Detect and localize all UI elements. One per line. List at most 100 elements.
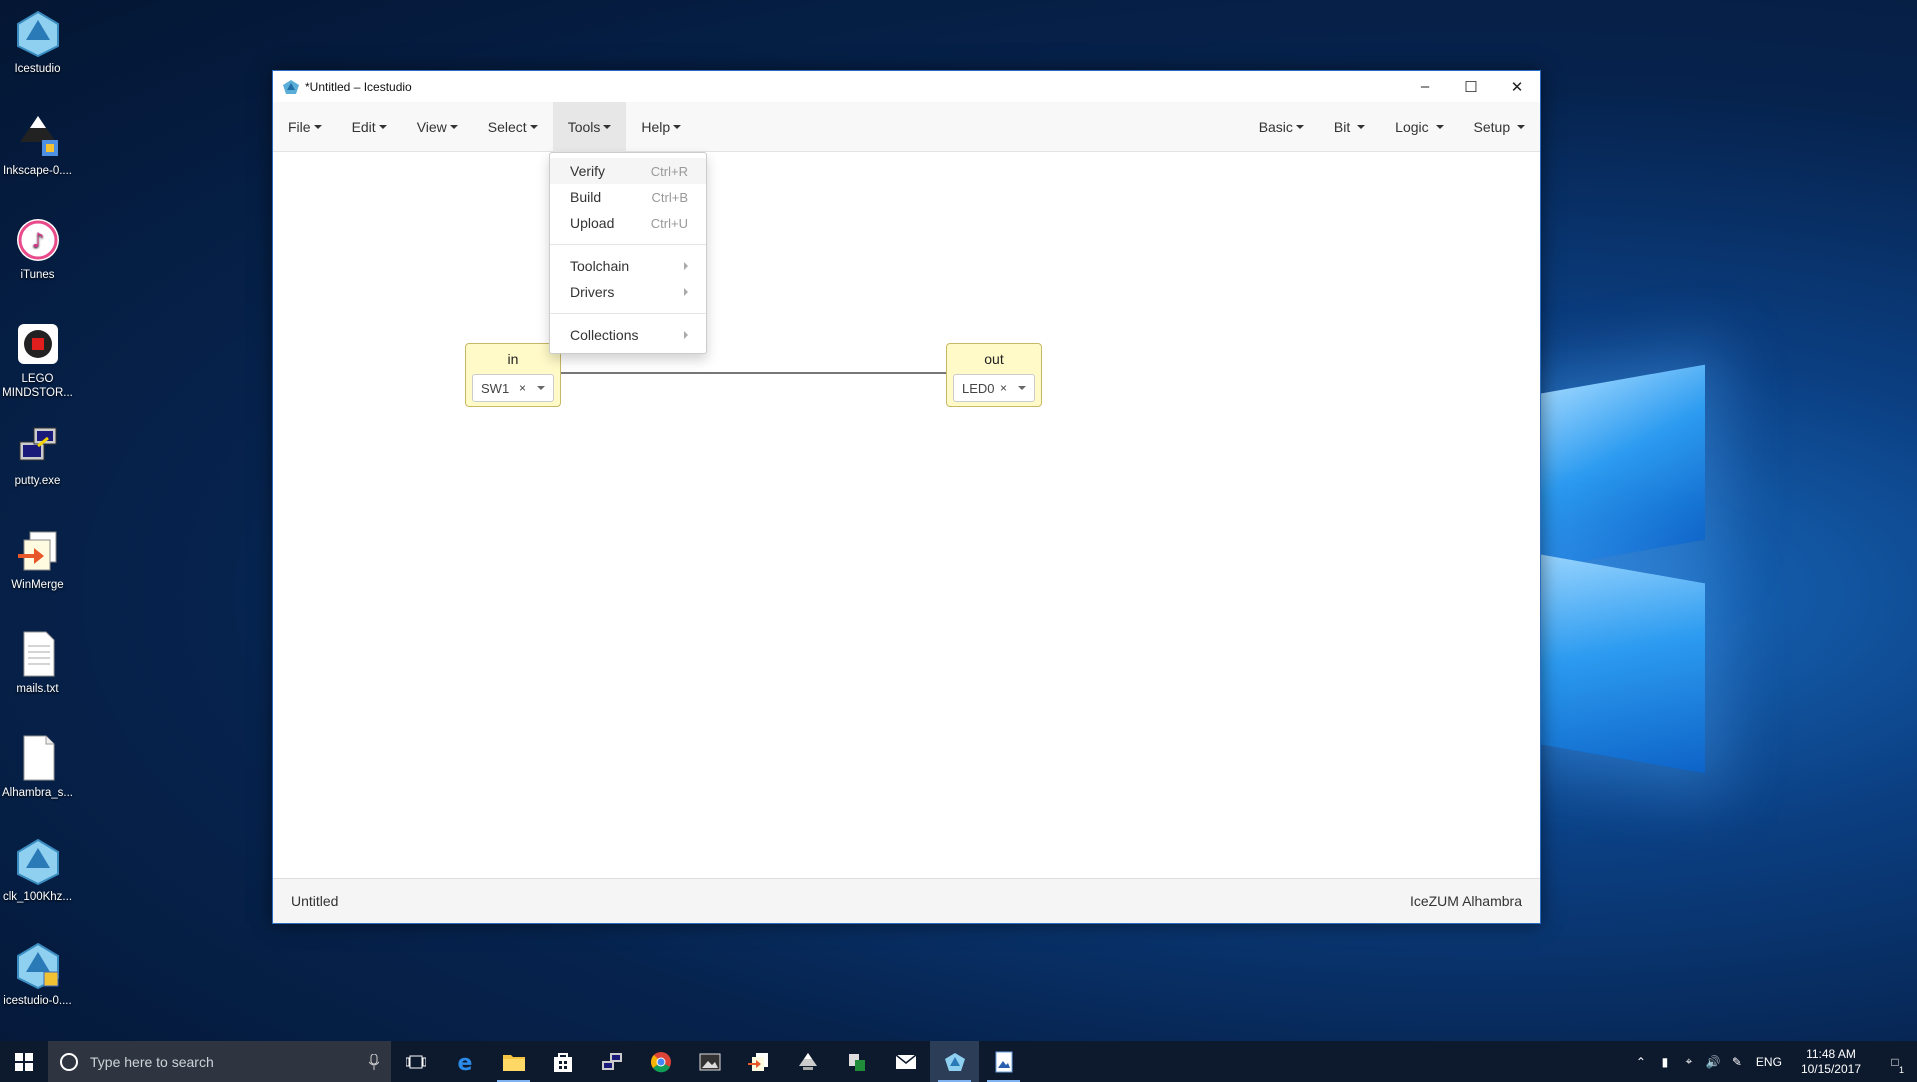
desktop-icon-icestudio[interactable]: Icestudio bbox=[0, 10, 75, 76]
menu-item-drivers[interactable]: Drivers bbox=[550, 279, 706, 305]
clock[interactable]: 11:48 AM 10/15/2017 bbox=[1789, 1047, 1873, 1077]
icestudio-icon bbox=[944, 1052, 965, 1071]
title-bar[interactable]: *Untitled – Icestudio – ☐ ✕ bbox=[273, 71, 1540, 102]
inkscape-icon bbox=[798, 1052, 817, 1070]
desktop-icon-lego-mindstorms[interactable]: LEGO MINDSTOR... bbox=[0, 320, 75, 400]
caret-down-icon bbox=[603, 124, 612, 129]
wire[interactable] bbox=[543, 372, 963, 374]
desktop-icon-label: LEGO MINDSTOR... bbox=[2, 373, 73, 399]
task-view-button[interactable] bbox=[391, 1041, 440, 1082]
desktop-icon-itunes[interactable]: ♪ iTunes bbox=[0, 216, 75, 282]
caret-down-icon bbox=[1357, 124, 1366, 129]
language-indicator[interactable]: ENG bbox=[1749, 1055, 1789, 1069]
caret-down-icon bbox=[313, 124, 322, 129]
taskbar-lego[interactable] bbox=[832, 1041, 881, 1082]
itunes-icon: ♪ bbox=[14, 216, 62, 264]
menu-divider bbox=[550, 313, 706, 314]
menu-view[interactable]: View bbox=[402, 102, 473, 152]
desktop-icon-putty[interactable]: putty.exe bbox=[0, 422, 75, 488]
minimize-button[interactable]: – bbox=[1402, 71, 1448, 102]
folder-icon bbox=[502, 1054, 525, 1071]
menu-divider bbox=[550, 244, 706, 245]
clear-icon[interactable]: × bbox=[1000, 381, 1007, 395]
close-button[interactable]: ✕ bbox=[1494, 71, 1540, 102]
taskbar-putty[interactable] bbox=[587, 1041, 636, 1082]
pin-select[interactable]: SW1 × bbox=[472, 374, 554, 402]
taskbar-chrome[interactable] bbox=[636, 1041, 685, 1082]
menu-item-collections[interactable]: Collections bbox=[550, 322, 706, 348]
design-canvas[interactable]: in SW1 × out LED0 × bbox=[273, 153, 1540, 878]
caret-down-icon[interactable] bbox=[537, 386, 545, 390]
caret-down-icon[interactable] bbox=[1018, 386, 1026, 390]
notification-count: 1 bbox=[1899, 1064, 1905, 1075]
desktop-icon-label: Inkscape-0.... bbox=[2, 165, 73, 177]
menu-item-build[interactable]: Build Ctrl+B bbox=[550, 184, 706, 210]
menu-bit[interactable]: Bit bbox=[1319, 102, 1380, 152]
desktop-icon-icestudio-installer[interactable]: icestudio-0.... bbox=[0, 942, 75, 1008]
taskbar-mail[interactable] bbox=[881, 1041, 930, 1082]
desktop-icon-mails-txt[interactable]: mails.txt bbox=[0, 630, 75, 696]
taskbar-inkscape[interactable] bbox=[783, 1041, 832, 1082]
task-view-icon bbox=[405, 1055, 426, 1068]
window-title: *Untitled – Icestudio bbox=[305, 79, 412, 94]
menu-setup[interactable]: Setup bbox=[1459, 102, 1540, 152]
taskbar-edge[interactable]: e bbox=[440, 1041, 489, 1082]
action-center-icon[interactable]: □ 1 bbox=[1873, 1055, 1917, 1075]
microphone-icon[interactable] bbox=[369, 1053, 379, 1070]
desktop-icon-clk-100khz[interactable]: clk_100Khz... bbox=[0, 838, 75, 904]
desktop-icon-winmerge[interactable]: WinMerge bbox=[0, 526, 75, 592]
desktop-icon-label: Alhambra_s... bbox=[2, 787, 73, 799]
inkscape-icon bbox=[14, 112, 62, 160]
battery-icon[interactable]: ▮ bbox=[1653, 1055, 1677, 1069]
clock-date: 10/15/2017 bbox=[1800, 1061, 1861, 1076]
caret-down-icon bbox=[529, 124, 538, 129]
pin-value: SW1 bbox=[481, 380, 510, 396]
caret-down-icon bbox=[449, 124, 458, 129]
menu-file[interactable]: File bbox=[273, 102, 337, 152]
start-button[interactable] bbox=[0, 1041, 48, 1082]
caret-down-icon bbox=[378, 124, 387, 129]
input-block[interactable]: in SW1 × bbox=[465, 343, 561, 407]
taskbar-icestudio[interactable] bbox=[930, 1041, 979, 1082]
desktop-icon-inkscape[interactable]: Inkscape-0.... bbox=[0, 112, 75, 178]
putty-icon bbox=[14, 422, 62, 470]
menu-item-toolchain[interactable]: Toolchain bbox=[550, 253, 706, 279]
taskbar-store[interactable] bbox=[538, 1041, 587, 1082]
text-file-icon bbox=[14, 630, 62, 678]
pen-icon[interactable]: ✎ bbox=[1725, 1055, 1749, 1069]
caret-down-icon bbox=[1295, 124, 1304, 129]
menu-help[interactable]: Help bbox=[626, 102, 696, 152]
taskbar-photos[interactable] bbox=[685, 1041, 734, 1082]
menu-item-verify[interactable]: Verify Ctrl+R bbox=[550, 158, 706, 184]
menu-tools[interactable]: Tools bbox=[552, 101, 627, 152]
taskbar-search-box[interactable]: Type here to search bbox=[48, 1041, 391, 1082]
tools-dropdown-menu: Verify Ctrl+R Build Ctrl+B Upload Ctrl+U… bbox=[549, 152, 707, 354]
shortcut-label: Ctrl+B bbox=[651, 189, 688, 205]
desktop-icon-alhambra[interactable]: Alhambra_s... bbox=[0, 734, 75, 800]
output-block[interactable]: out LED0 × bbox=[946, 343, 1042, 407]
clock-time: 11:48 AM bbox=[1806, 1046, 1856, 1061]
menu-item-upload[interactable]: Upload Ctrl+U bbox=[550, 210, 706, 236]
taskbar-winmerge[interactable] bbox=[734, 1041, 783, 1082]
volume-icon[interactable]: 🔊 bbox=[1701, 1055, 1725, 1069]
search-placeholder: Type here to search bbox=[90, 1053, 214, 1070]
shortcut-label: Ctrl+R bbox=[650, 163, 688, 179]
show-hidden-icons-icon[interactable]: ⌃ bbox=[1629, 1055, 1653, 1069]
submenu-arrow-icon bbox=[684, 262, 688, 270]
clear-icon[interactable]: × bbox=[519, 381, 526, 395]
menu-logic[interactable]: Logic bbox=[1380, 102, 1458, 152]
block-name: out bbox=[984, 351, 1004, 367]
pin-select[interactable]: LED0 × bbox=[953, 374, 1035, 402]
image-viewer-icon bbox=[995, 1051, 1012, 1072]
taskbar-image-viewer[interactable] bbox=[979, 1041, 1028, 1082]
taskbar-file-explorer[interactable] bbox=[489, 1041, 538, 1082]
wifi-icon[interactable]: ⌖ bbox=[1677, 1054, 1701, 1069]
menu-basic[interactable]: Basic bbox=[1244, 102, 1319, 152]
menu-edit[interactable]: Edit bbox=[337, 102, 402, 152]
winmerge-icon bbox=[747, 1052, 768, 1071]
lego-mindstorms-icon bbox=[14, 320, 62, 368]
windows-wallpaper-logo bbox=[1530, 340, 1770, 790]
maximize-button[interactable]: ☐ bbox=[1448, 71, 1494, 102]
svg-text:e: e bbox=[457, 1051, 472, 1073]
menu-select[interactable]: Select bbox=[473, 102, 553, 152]
